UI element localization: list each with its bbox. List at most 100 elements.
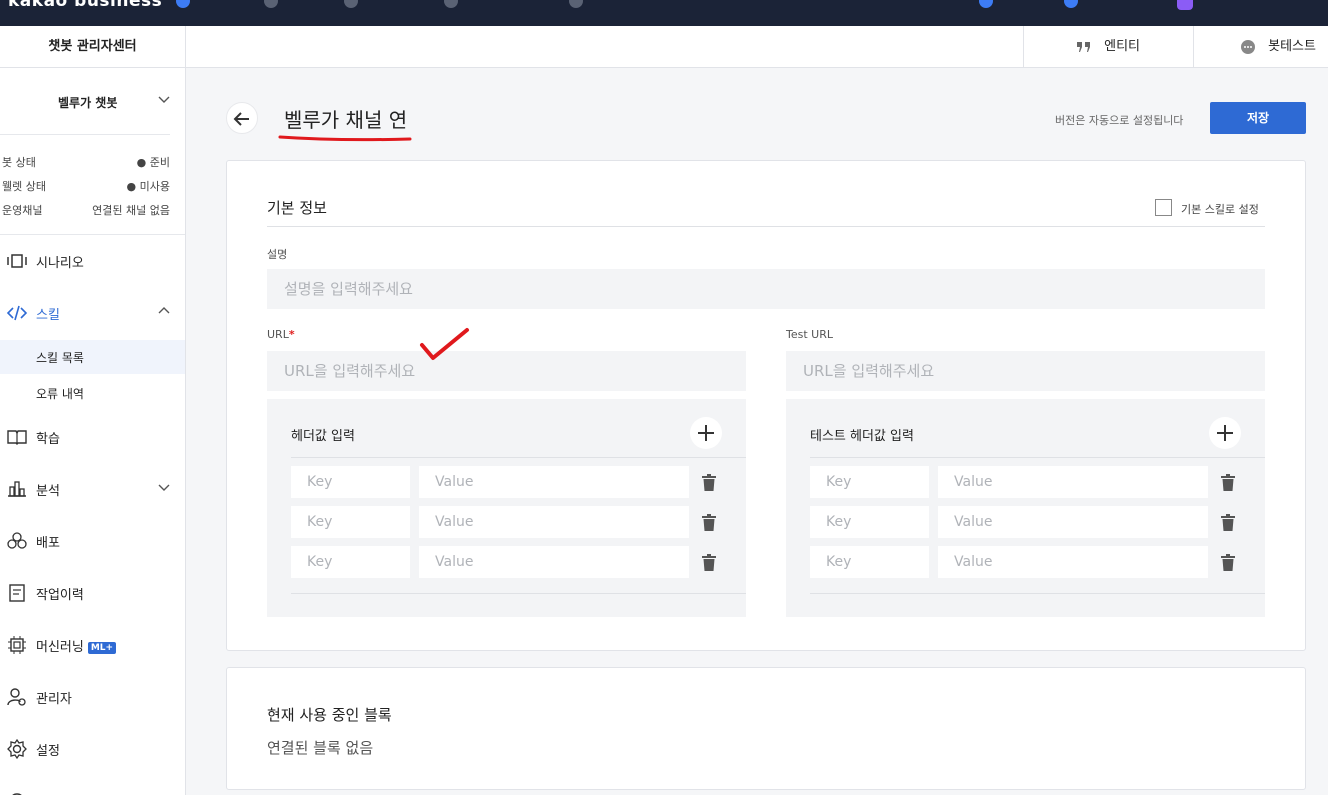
status-value: 연결된 채널 없음 <box>92 204 170 217</box>
sidebar-subitem-skill-list[interactable]: 스킬 목록 <box>0 340 185 374</box>
ml-plus-badge: ML+ <box>87 642 117 654</box>
default-skill-label: 기본 스킬로 설정 <box>1181 203 1259 216</box>
deploy-icon <box>7 532 27 549</box>
url-label: URL* <box>267 328 295 341</box>
sidebar-item-label: 스킬 목록 <box>36 351 84 365</box>
header-key-input[interactable]: Key <box>291 506 410 538</box>
top-nav-item[interactable] <box>340 0 358 9</box>
save-button[interactable]: 저장 <box>1210 102 1306 134</box>
sidebar: 챗봇 관리자센터 벨루가 챗봇 봇 상태 ● 준비 웰렛 상태 ● 미사용 운영… <box>0 26 186 795</box>
plus-icon <box>1217 425 1233 441</box>
annotation-checkmark <box>420 328 469 360</box>
sidebar-item-label: 관리자 <box>36 692 72 707</box>
trash-icon[interactable] <box>702 514 716 532</box>
top-nav-item[interactable] <box>260 0 278 9</box>
version-note: 버전은 자동으로 설정됩니다 <box>1055 114 1184 127</box>
nav-badge-icon <box>979 0 993 8</box>
entity-label: 엔티티 <box>1104 39 1141 54</box>
sidebar-item-label: 시나리오 <box>36 256 84 271</box>
bot-selector[interactable]: 벨루가 챗봇 <box>0 86 185 116</box>
divider <box>0 134 170 135</box>
test-header-key-input[interactable]: Key <box>810 466 929 498</box>
plus-icon <box>698 425 714 441</box>
circle-icon <box>12 793 22 795</box>
header-value-input[interactable]: Value <box>419 546 689 578</box>
url-label-text: URL <box>267 328 289 341</box>
bot-name: 벨루가 챗봇 <box>58 96 118 110</box>
test-header-value-input[interactable]: Value <box>938 506 1208 538</box>
chip-icon <box>8 636 26 654</box>
test-url-label: Test URL <box>786 328 833 341</box>
sidebar-item-deploy[interactable]: 배포 <box>0 523 185 559</box>
description-input[interactable]: 설명을 입력해주세요 <box>267 269 1265 309</box>
test-header-value-input[interactable]: Value <box>938 466 1208 498</box>
header-panel: 헤더값 입력 Key Value Key Value Key Value <box>267 399 746 617</box>
add-header-button[interactable] <box>690 417 722 449</box>
sidebar-item-admin[interactable]: 관리자 <box>0 679 185 715</box>
header-panel-title: 헤더값 입력 <box>291 429 355 444</box>
sidebar-item-scenario[interactable]: 시나리오 <box>0 243 185 279</box>
add-test-header-button[interactable] <box>1209 417 1241 449</box>
top-nav-item[interactable] <box>172 0 190 9</box>
top-nav-item[interactable] <box>975 0 993 9</box>
header-value-input[interactable]: Value <box>419 506 689 538</box>
divider <box>810 593 1265 594</box>
bot-test-button[interactable]: 봇테스트 <box>1193 26 1328 68</box>
chevron-up-icon <box>158 307 170 314</box>
document-icon <box>9 584 25 602</box>
sidebar-item-analysis[interactable]: 분석 <box>0 471 185 507</box>
test-header-key-input[interactable]: Key <box>810 546 929 578</box>
chat-bubble-icon <box>1241 39 1255 54</box>
quote-icon <box>1077 41 1090 52</box>
back-button[interactable] <box>226 102 258 134</box>
header-key-input[interactable]: Key <box>291 546 410 578</box>
no-blocks-text: 연결된 블록 없음 <box>267 739 374 757</box>
sidebar-item-more[interactable] <box>0 783 185 795</box>
sidebar-subitem-error-log[interactable]: 오류 내역 <box>0 376 185 410</box>
status-key: 웰렛 상태 <box>2 180 46 193</box>
ml-label: 머신러닝 <box>36 640 84 655</box>
bot-test-label: 봇테스트 <box>1268 39 1316 54</box>
description-label: 설명 <box>267 248 288 261</box>
sidebar-item-settings[interactable]: 설정 <box>0 731 185 767</box>
trash-icon[interactable] <box>702 554 716 572</box>
divider <box>267 226 1265 227</box>
book-icon <box>7 430 27 445</box>
divider <box>291 457 746 458</box>
test-header-key-input[interactable]: Key <box>810 506 929 538</box>
trash-icon[interactable] <box>1221 514 1235 532</box>
nav-badge-icon <box>1064 0 1078 8</box>
sidebar-item-machine-learning[interactable]: 머신러닝 ML+ <box>0 627 185 663</box>
top-nav-item[interactable] <box>1060 0 1078 9</box>
trash-icon[interactable] <box>1221 474 1235 492</box>
user-avatar[interactable] <box>1177 0 1193 10</box>
gear-icon <box>7 738 27 760</box>
sidebar-item-label: 배포 <box>36 536 60 551</box>
top-nav-item[interactable] <box>565 0 583 9</box>
trash-icon[interactable] <box>1221 554 1235 572</box>
top-nav-item[interactable] <box>440 0 458 9</box>
url-input[interactable]: URL을 입력해주세요 <box>267 351 746 391</box>
basic-info-card: 기본 정보 기본 스킬로 설정 설명 설명을 입력해주세요 URL* URL을 … <box>226 160 1306 651</box>
default-skill-checkbox[interactable] <box>1155 199 1172 216</box>
header-key-input[interactable]: Key <box>291 466 410 498</box>
sidebar-item-label: 머신러닝 ML+ <box>36 636 117 655</box>
sub-header: 엔티티 봇테스트 <box>186 26 1328 68</box>
header-value-input[interactable]: Value <box>419 466 689 498</box>
brand-logo[interactable]: kakao business <box>8 0 162 11</box>
status-value: ● 준비 <box>136 156 170 169</box>
nav-badge-icon <box>444 0 458 8</box>
sidebar-item-skill[interactable]: 스킬 <box>0 295 185 331</box>
test-header-value-input[interactable]: Value <box>938 546 1208 578</box>
trash-icon[interactable] <box>702 474 716 492</box>
section-title: 기본 정보 <box>267 199 327 217</box>
status-key: 운영채널 <box>2 204 43 217</box>
entity-button[interactable]: 엔티티 <box>1023 26 1193 68</box>
test-url-input[interactable]: URL을 입력해주세요 <box>786 351 1265 391</box>
sidebar-item-history[interactable]: 작업이력 <box>0 575 185 611</box>
page-title[interactable]: 벨루가 채널 연 <box>284 104 407 133</box>
sidebar-item-learning[interactable]: 학습 <box>0 419 185 455</box>
chevron-down-icon <box>158 484 170 491</box>
nav-badge-icon <box>344 0 358 8</box>
status-value: ● 미사용 <box>126 180 170 193</box>
